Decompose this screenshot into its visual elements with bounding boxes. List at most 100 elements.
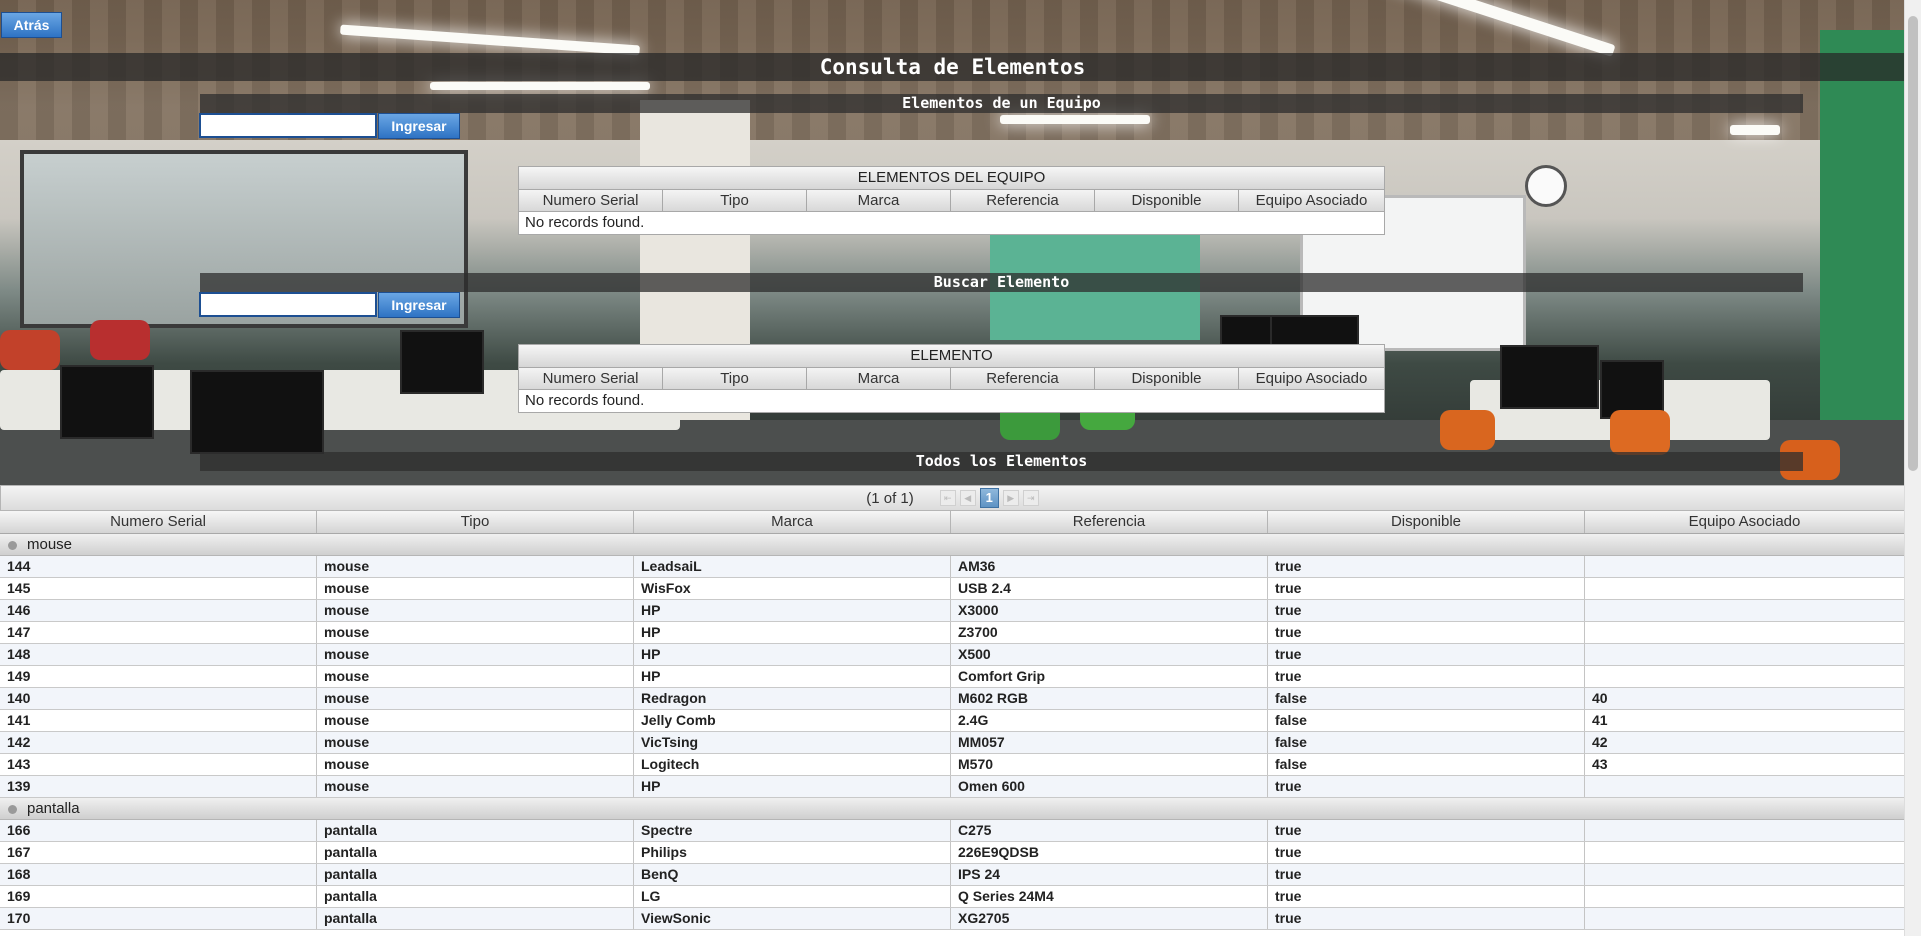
cell-tipo: pantalla (317, 886, 634, 907)
cell-tipo: mouse (317, 556, 634, 577)
scrollbar-thumb[interactable] (1908, 16, 1918, 471)
monitor (60, 365, 154, 439)
cell-marca: LG (634, 886, 951, 907)
cell-tipo: mouse (317, 666, 634, 687)
table-row[interactable]: 139 mouse HP Omen 600 true (0, 776, 1905, 798)
group-rows: 166 pantalla Spectre C275 true 167 pantalla Phi… (0, 820, 1905, 930)
col-marca[interactable]: Marca (807, 368, 951, 389)
cell-numero-serial: 169 (0, 886, 317, 907)
cell-marca: HP (634, 776, 951, 797)
last-page-icon[interactable]: ⇥ (1022, 490, 1039, 506)
table-row[interactable]: 142 mouse VicTsing MM057 false 42 (0, 732, 1905, 754)
cell-disponible: true (1268, 666, 1585, 687)
table-row[interactable]: 149 mouse HP Comfort Grip true (0, 666, 1905, 688)
group-row-mouse[interactable]: mouse (0, 534, 1905, 556)
table-row[interactable]: 148 mouse HP X500 true (0, 644, 1905, 666)
table-row[interactable]: 169 pantalla LG Q Series 24M4 true (0, 886, 1905, 908)
cell-referencia: X500 (951, 644, 1268, 665)
table-row[interactable]: 141 mouse Jelly Comb 2.4G false 41 (0, 710, 1905, 732)
page-1-button[interactable]: 1 (979, 488, 999, 508)
cell-equipo-asociado (1585, 842, 1905, 863)
col-disponible[interactable]: Disponible (1095, 368, 1239, 389)
table-row[interactable]: 170 pantalla ViewSonic XG2705 true (0, 908, 1905, 930)
table-row[interactable]: 140 mouse Redragon M602 RGB false 40 (0, 688, 1905, 710)
col-tipo[interactable]: Tipo (663, 190, 807, 211)
cell-equipo-asociado: 41 (1592, 712, 1608, 728)
cell-equipo-asociado: 40 (1592, 690, 1608, 706)
table-row[interactable]: 167 pantalla Philips 226E9QDSB true (0, 842, 1905, 864)
table-header: Numero Serial Tipo Marca Referencia Disp… (519, 190, 1384, 212)
cell-disponible: false (1268, 710, 1585, 731)
table-row[interactable]: 146 mouse HP X3000 true (0, 600, 1905, 622)
equipo-submit-button[interactable]: Ingresar (378, 113, 460, 139)
cell-disponible: true (1268, 578, 1585, 599)
col-marca[interactable]: Marca (807, 190, 951, 211)
table-row[interactable]: 143 mouse Logitech M570 false 43 (0, 754, 1905, 776)
empty-message: No records found. (519, 390, 1384, 412)
cell-referencia: MM057 (951, 732, 1268, 753)
equipo-search-input[interactable] (199, 113, 377, 138)
col-numero-serial[interactable]: Numero Serial (519, 190, 663, 211)
cell-marca: Logitech (634, 754, 951, 775)
cell-referencia: M602 RGB (951, 688, 1268, 709)
cell-tipo: mouse (317, 578, 634, 599)
page-title: Consulta de Elementos (0, 53, 1905, 81)
group-rows: 144 mouse LeadsaiL AM36 true 145 mouse WisFox US… (0, 556, 1905, 798)
cell-tipo: mouse (317, 688, 634, 709)
cell-disponible: true (1268, 776, 1585, 797)
cell-marca: BenQ (634, 864, 951, 885)
next-page-icon[interactable]: ▶ (1002, 490, 1019, 506)
cell-marca: ViewSonic (634, 908, 951, 929)
cell-numero-serial: 140 (0, 688, 317, 709)
ceiling-light (430, 82, 650, 90)
first-page-icon[interactable]: ⇤ (939, 490, 956, 506)
table-row[interactable]: 144 mouse LeadsaiL AM36 true (0, 556, 1905, 578)
col-equipo-asociado[interactable]: Equipo Asociado (1585, 511, 1905, 533)
expand-toggle-icon[interactable] (8, 540, 17, 550)
cell-tipo: mouse (317, 644, 634, 665)
col-referencia[interactable]: Referencia (951, 368, 1095, 389)
col-numero-serial[interactable]: Numero Serial (519, 368, 663, 389)
table-caption: ELEMENTO (519, 345, 1384, 368)
col-disponible[interactable]: Disponible (1095, 190, 1239, 211)
back-button[interactable]: Atrás (1, 12, 62, 38)
prev-page-icon[interactable]: ◀ (959, 490, 976, 506)
col-tipo[interactable]: Tipo (317, 511, 634, 533)
table-row[interactable]: 145 mouse WisFox USB 2.4 true (0, 578, 1905, 600)
cell-referencia: X3000 (951, 600, 1268, 621)
cell-equipo-asociado (1585, 908, 1905, 929)
table-row[interactable]: 168 pantalla BenQ IPS 24 true (0, 864, 1905, 886)
col-tipo[interactable]: Tipo (663, 368, 807, 389)
expand-toggle-icon[interactable] (8, 804, 17, 814)
col-equipo-asociado[interactable]: Equipo Asociado (1239, 190, 1384, 211)
cell-marca: Philips (634, 842, 951, 863)
cell-numero-serial: 168 (0, 864, 317, 885)
page-count: (1 of 1) (866, 489, 914, 507)
cell-tipo: mouse (317, 732, 634, 753)
col-referencia[interactable]: Referencia (951, 190, 1095, 211)
cell-tipo: pantalla (317, 908, 634, 929)
col-equipo-asociado[interactable]: Equipo Asociado (1239, 368, 1384, 389)
table-caption: ELEMENTOS DEL EQUIPO (519, 167, 1384, 190)
monitor (400, 330, 484, 394)
cell-referencia: AM36 (951, 556, 1268, 577)
cell-tipo: pantalla (317, 864, 634, 885)
cell-numero-serial: 144 (0, 556, 317, 577)
buscar-submit-button[interactable]: Ingresar (378, 292, 460, 318)
cell-numero-serial: 143 (0, 754, 317, 775)
cell-numero-serial: 142 (0, 732, 317, 753)
col-referencia[interactable]: Referencia (951, 511, 1268, 533)
table-row[interactable]: 147 mouse HP Z3700 true (0, 622, 1905, 644)
group-row-pantalla[interactable]: pantalla (0, 798, 1905, 820)
cell-disponible: true (1268, 556, 1585, 577)
col-marca[interactable]: Marca (634, 511, 951, 533)
cell-tipo: mouse (317, 754, 634, 775)
chair (1610, 410, 1670, 455)
page-scrollbar[interactable] (1904, 0, 1921, 936)
col-disponible[interactable]: Disponible (1268, 511, 1585, 533)
buscar-search-input[interactable] (199, 292, 377, 317)
cell-equipo-asociado (1585, 644, 1905, 665)
table-row[interactable]: 166 pantalla Spectre C275 true (0, 820, 1905, 842)
col-numero-serial[interactable]: Numero Serial (0, 511, 317, 533)
cell-disponible: true (1268, 600, 1585, 621)
